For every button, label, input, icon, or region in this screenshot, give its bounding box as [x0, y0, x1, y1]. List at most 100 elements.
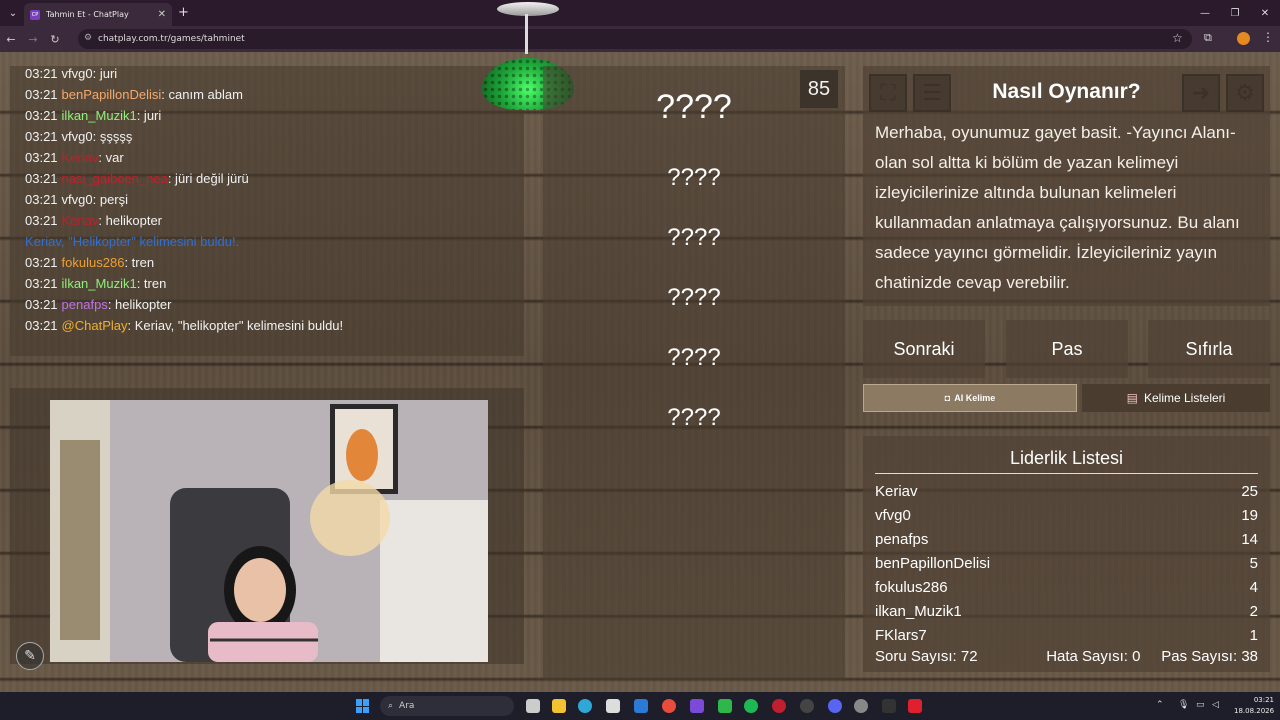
spotify-icon[interactable] — [744, 699, 758, 713]
browser-tab[interactable]: CP Tahmin Et - ChatPlay ✕ — [24, 3, 172, 26]
player-name: Keriav — [875, 483, 918, 500]
chrome-icon[interactable] — [662, 699, 676, 713]
word-slot: ???? — [667, 164, 721, 191]
chat-time: 03:21 — [25, 318, 58, 333]
red-app-2-icon[interactable] — [908, 699, 922, 713]
site-info-icon[interactable]: ⚙ — [84, 33, 92, 43]
new-tab-button[interactable]: + — [178, 5, 189, 20]
chat-message: 03:21 fokulus286: tren — [10, 252, 524, 273]
profile-avatar-icon[interactable] — [1237, 32, 1250, 45]
chat-username[interactable]: @ChatPlay — [62, 318, 128, 333]
chat-username[interactable]: Keriav — [62, 213, 99, 228]
chat-username[interactable]: vfvg0 — [62, 129, 93, 144]
chat-text: : jüri değil jürü — [167, 171, 249, 186]
g-app-icon[interactable] — [882, 699, 896, 713]
volume-icon[interactable]: ◁ — [1212, 700, 1219, 710]
mail-icon[interactable] — [634, 699, 648, 713]
tray-chevron-icon[interactable]: ⌃ — [1156, 700, 1164, 710]
webcam-video — [50, 400, 488, 662]
chat-username[interactable]: vfvg0 — [62, 192, 93, 207]
search-icon: ⌕ — [388, 701, 394, 711]
player-score: 25 — [1241, 483, 1258, 500]
chat-text: : var — [98, 150, 124, 165]
chat-time: 03:21 — [25, 192, 58, 207]
next-button[interactable]: Sonraki — [863, 320, 985, 378]
file-explorer-icon[interactable] — [552, 699, 566, 713]
word-slot: ???? — [667, 344, 721, 371]
settings-gear-icon[interactable]: ⚙ — [1226, 74, 1264, 112]
leaderboard-row: Keriav 25 — [875, 480, 1258, 504]
player-name: FKlars7 — [875, 627, 927, 640]
maximize-icon[interactable]: ❐ — [1220, 0, 1250, 26]
word-lists-label: Kelime Listeleri — [1143, 391, 1226, 405]
red-app-icon[interactable] — [772, 699, 786, 713]
obs-icon[interactable] — [800, 699, 814, 713]
extensions-icon[interactable]: ⧉ — [1204, 31, 1212, 45]
play-app-icon[interactable] — [718, 699, 732, 713]
chat-message: 03:21 nasi_gaiboen_nea: jüri değil jürü — [10, 168, 524, 189]
taskbar-search[interactable]: ⌕ Ara — [380, 696, 514, 716]
mic-icon[interactable]: 🎙 — [1178, 700, 1189, 710]
how-to-play-text: Merhaba, oyunumuz gayet basit. -Yayıncı … — [875, 123, 1240, 292]
player-score: 4 — [1249, 579, 1258, 596]
task-view-icon[interactable] — [526, 699, 540, 713]
chat-username[interactable]: ilkan_Muzik1 — [62, 276, 137, 291]
stats-right: Hata Sayısı: 0 Pas Sayısı: 38 — [1046, 648, 1258, 665]
video-app-icon[interactable] — [690, 699, 704, 713]
edit-pencil-button[interactable]: ✎ — [16, 642, 44, 670]
browser-menu-icon[interactable]: ⋮ — [1262, 30, 1274, 44]
word-lists-tab[interactable]: ▤ Kelime Listeleri — [1082, 384, 1270, 412]
chat-username[interactable]: fokulus286 — [62, 255, 125, 270]
lamp-top-decor — [497, 2, 559, 16]
chat-time: 03:21 — [25, 129, 58, 144]
bookmark-star-icon[interactable]: ☆ — [1172, 31, 1183, 45]
pass-count: Pas Sayısı: 38 — [1161, 648, 1258, 665]
chat-text: : helikopter — [98, 213, 162, 228]
minimize-icon[interactable]: — — [1190, 0, 1220, 26]
store-icon[interactable] — [606, 699, 620, 713]
chat-message: 03:21 vfvg0: juri — [10, 66, 524, 84]
tab-search-chevron-icon[interactable]: ⌄ — [0, 0, 26, 26]
leaderboard-row: FKlars7 1 — [875, 624, 1258, 640]
logout-icon[interactable]: ➜ — [1182, 74, 1220, 112]
word-slot: ???? — [667, 404, 721, 431]
chat-username[interactable]: vfvg0 — [62, 66, 93, 81]
reload-icon[interactable]: ↻ — [44, 33, 66, 46]
chat-message: Keriav, "Helikopter" kelimesini buldu!. — [10, 231, 524, 252]
player-score: 2 — [1249, 603, 1258, 620]
chat-username[interactable]: nasi_gaiboen_nea — [62, 171, 168, 186]
pass-button[interactable]: Pas — [1006, 320, 1128, 378]
clock-time: 03:21 — [1253, 696, 1274, 704]
edge-icon[interactable] — [578, 699, 592, 713]
reset-button[interactable]: Sıfırla — [1148, 320, 1270, 378]
close-window-icon[interactable]: ✕ — [1250, 0, 1280, 26]
discord-icon[interactable] — [828, 699, 842, 713]
close-tab-icon[interactable]: ✕ — [158, 9, 166, 20]
chat-time: 03:21 — [25, 87, 58, 102]
chat-text: : juri — [136, 108, 162, 123]
chat-time: 03:21 — [25, 213, 58, 228]
misc-app-icon[interactable] — [854, 699, 868, 713]
chat-message: 03:21 vfvg0: şşşşş — [10, 126, 524, 147]
taskbar-clock[interactable]: 03:21 18.08.2026 — [1234, 695, 1274, 717]
word-column — [543, 66, 845, 680]
network-icon[interactable]: ▭ — [1196, 700, 1205, 710]
player-name: penafps — [875, 531, 929, 548]
leaderboard-row: penafps 14 — [875, 528, 1258, 552]
chat-text: : Keriav, "helikopter" kelimesini buldu! — [127, 318, 344, 333]
chat-message: 03:21 ilkan_Muzik1: juri — [10, 105, 524, 126]
chat-username[interactable]: Keriav — [62, 150, 99, 165]
leaderboard-row: benPapillonDelisi 5 — [875, 552, 1258, 576]
chat-username[interactable]: Keriav, "Helikopter" kelimesini buldu!. — [25, 234, 239, 249]
windows-start-icon[interactable] — [356, 699, 370, 713]
chat-username[interactable]: ilkan_Muzik1 — [62, 108, 137, 123]
url-field[interactable]: ⚙ chatplay.com.tr/games/tahminet — [78, 29, 1192, 49]
chat-username[interactable]: penafps — [62, 297, 108, 312]
ai-word-tab[interactable]: ◘ AI Kelime — [863, 384, 1077, 412]
forward-icon[interactable]: → — [22, 33, 44, 46]
robot-icon: ◘ — [944, 393, 951, 403]
clock-date: 18.08.2026 — [1234, 707, 1275, 715]
back-icon[interactable]: ← — [0, 33, 22, 46]
chat-username[interactable]: benPapillonDelisi — [62, 87, 162, 102]
how-to-play-panel: ⛶ ☰ Nasıl Oynanır? ➜ ⚙ Merhaba, oyunumuz… — [863, 66, 1270, 306]
